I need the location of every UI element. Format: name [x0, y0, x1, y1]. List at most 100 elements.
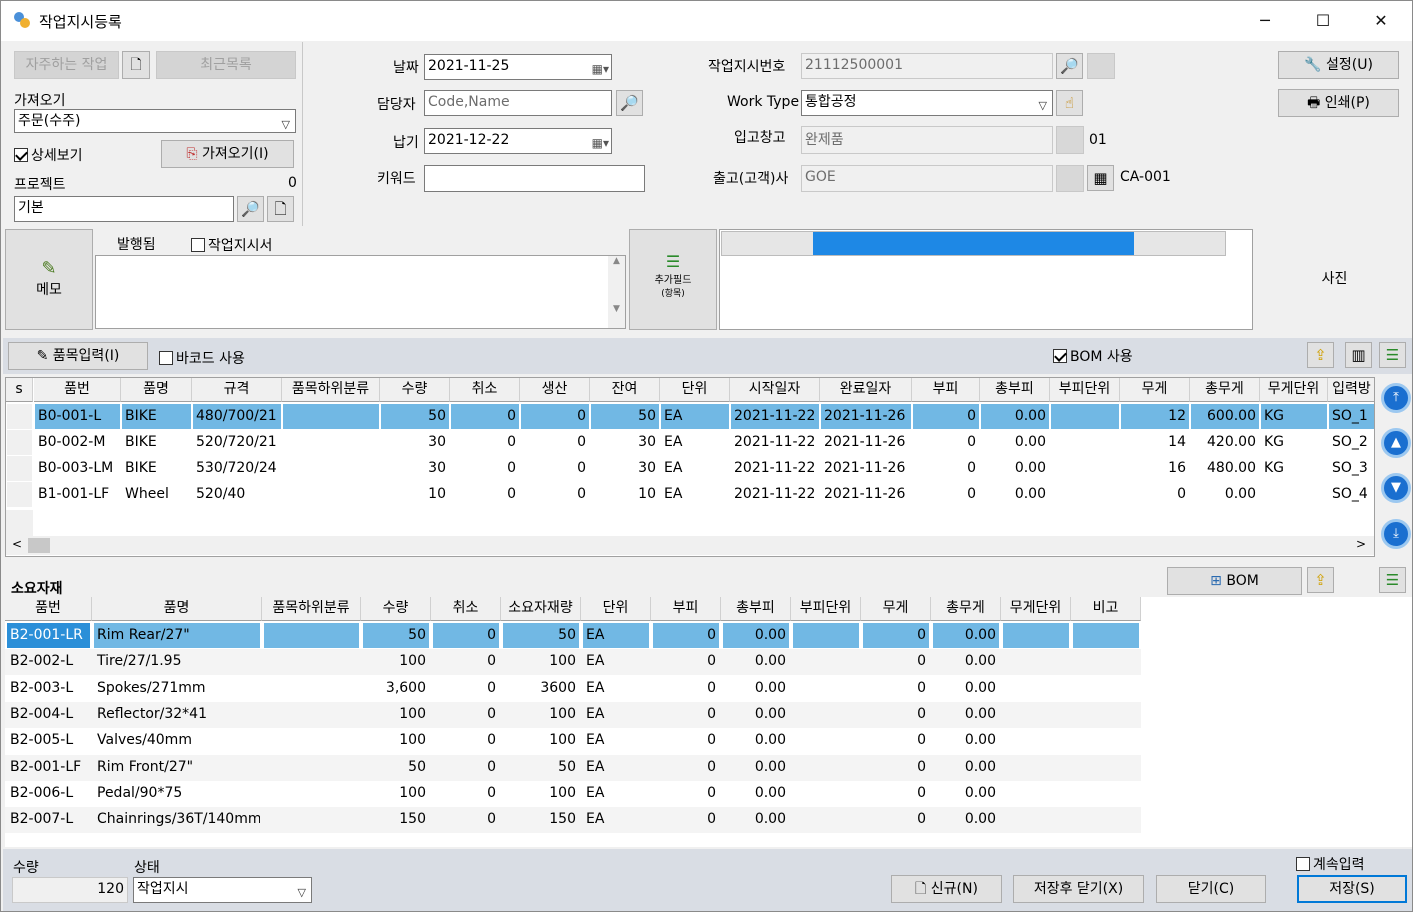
- table-cell[interactable]: [283, 482, 379, 507]
- table-cell[interactable]: 0.00: [723, 676, 789, 701]
- table-cell[interactable]: Rim Front/27": [94, 755, 260, 780]
- table-cell[interactable]: 0: [653, 807, 719, 832]
- table-cell[interactable]: 0.00: [723, 623, 789, 648]
- keyword-input[interactable]: [424, 165, 645, 192]
- search-icon[interactable]: 🔎: [616, 90, 643, 116]
- table-cell[interactable]: 0: [433, 728, 499, 753]
- table-cell[interactable]: EA: [583, 781, 649, 806]
- table-cell[interactable]: [264, 702, 359, 727]
- table-cell[interactable]: 0.00: [723, 649, 789, 674]
- chevron-right-icon[interactable]: >: [1356, 537, 1366, 551]
- table-cell[interactable]: EA: [583, 807, 649, 832]
- table-cell[interactable]: B2-002-L: [7, 649, 90, 674]
- table-cell[interactable]: [264, 807, 359, 832]
- table-cell[interactable]: [7, 456, 32, 481]
- table-cell[interactable]: 480/700/21: [193, 404, 281, 429]
- items-col-header[interactable]: 품목하위분류: [282, 378, 380, 402]
- table-cell[interactable]: 0: [433, 649, 499, 674]
- calendar-icon[interactable]: ▦▾: [592, 132, 609, 153]
- table-cell[interactable]: 0.00: [981, 404, 1049, 429]
- items-col-header[interactable]: 부피: [912, 378, 980, 402]
- order-sheet-checkbox[interactable]: 작업지시서: [191, 235, 272, 255]
- table-cell[interactable]: 100: [363, 781, 429, 806]
- table-cell[interactable]: 0.00: [723, 781, 789, 806]
- items-col-header[interactable]: 부피단위: [1050, 378, 1120, 402]
- table-cell[interactable]: [1073, 676, 1139, 701]
- table-cell[interactable]: B0-001-L: [35, 404, 120, 429]
- items-col-header[interactable]: 잔여: [590, 378, 660, 402]
- table-cell[interactable]: 0: [863, 755, 929, 780]
- settings-button[interactable]: 🔧 설정(U): [1278, 51, 1399, 79]
- recent-list-button[interactable]: 최근목록: [156, 51, 296, 79]
- table-cell[interactable]: 0.00: [723, 702, 789, 727]
- materials-col-header[interactable]: 무게단위: [1001, 597, 1071, 621]
- table-cell[interactable]: B0-002-M: [35, 430, 120, 455]
- table-cell[interactable]: 16: [1121, 456, 1189, 481]
- table-cell[interactable]: 100: [363, 728, 429, 753]
- items-col-header[interactable]: 규격: [192, 378, 282, 402]
- list-add-icon[interactable]: ☰: [1379, 342, 1406, 368]
- items-col-header[interactable]: 총부피: [980, 378, 1050, 402]
- table-cell[interactable]: 0.00: [933, 623, 999, 648]
- table-cell[interactable]: 2021-11-22: [731, 404, 819, 429]
- items-col-header[interactable]: s: [6, 378, 33, 402]
- move-bottom-icon[interactable]: ⤓: [1381, 519, 1411, 549]
- customer-lookup[interactable]: [1056, 165, 1084, 192]
- table-cell[interactable]: 0: [451, 482, 519, 507]
- table-cell[interactable]: 0.00: [933, 755, 999, 780]
- table-cell[interactable]: 0: [863, 702, 929, 727]
- table-cell[interactable]: KG: [1261, 430, 1327, 455]
- table-cell[interactable]: 0.00: [723, 728, 789, 753]
- table-cell[interactable]: [1003, 702, 1069, 727]
- table-cell[interactable]: [793, 623, 859, 648]
- table-cell[interactable]: 0: [653, 728, 719, 753]
- table-cell[interactable]: [1003, 676, 1069, 701]
- table-cell[interactable]: 0: [451, 404, 519, 429]
- table-cell[interactable]: 0.00: [933, 728, 999, 753]
- items-hscrollbar[interactable]: < >: [6, 536, 1374, 555]
- table-cell[interactable]: [1073, 781, 1139, 806]
- table-cell[interactable]: [1003, 623, 1069, 648]
- table-cell[interactable]: [264, 649, 359, 674]
- table-cell[interactable]: 0.00: [933, 781, 999, 806]
- items-col-header[interactable]: 단위: [660, 378, 730, 402]
- items-col-header[interactable]: 입력방: [1328, 378, 1374, 402]
- table-cell[interactable]: EA: [661, 482, 729, 507]
- table-cell[interactable]: [1051, 430, 1119, 455]
- table-cell[interactable]: SO_3: [1329, 456, 1374, 481]
- table-cell[interactable]: [7, 430, 32, 455]
- table-cell[interactable]: 0.00: [933, 676, 999, 701]
- table-cell[interactable]: 0: [863, 781, 929, 806]
- table-cell[interactable]: 0: [653, 755, 719, 780]
- materials-col-header[interactable]: 단위: [581, 597, 651, 621]
- items-col-header[interactable]: 무게: [1120, 378, 1190, 402]
- search-icon[interactable]: 🔎: [237, 196, 264, 222]
- table-cell[interactable]: [7, 404, 32, 429]
- table-cell[interactable]: 100: [363, 649, 429, 674]
- save-button[interactable]: 저장(S): [1297, 875, 1407, 903]
- work-type-select[interactable]: 통합공정 ▽: [801, 90, 1053, 116]
- table-cell[interactable]: 0.00: [723, 755, 789, 780]
- table-cell[interactable]: SO_2: [1329, 430, 1374, 455]
- table-cell[interactable]: 0: [433, 676, 499, 701]
- table-cell[interactable]: 0: [433, 755, 499, 780]
- table-cell[interactable]: 520/720/21: [193, 430, 281, 455]
- manager-field[interactable]: Code,Name: [424, 90, 612, 116]
- table-cell[interactable]: 520/40: [193, 482, 281, 507]
- table-cell[interactable]: [1261, 482, 1327, 507]
- table-cell[interactable]: Wheel: [122, 482, 191, 507]
- table-cell[interactable]: [793, 781, 859, 806]
- table-cell[interactable]: EA: [583, 755, 649, 780]
- items-col-header[interactable]: 품번: [34, 378, 121, 402]
- table-cell[interactable]: SO_4: [1329, 482, 1374, 507]
- table-cell[interactable]: 480.00: [1191, 456, 1259, 481]
- table-cell[interactable]: [793, 728, 859, 753]
- export-icon[interactable]: ⇪: [1307, 342, 1334, 368]
- table-cell[interactable]: 0.00: [981, 430, 1049, 455]
- item-input-button[interactable]: ✎ 품목입력(I): [8, 342, 148, 370]
- materials-col-header[interactable]: 수량: [361, 597, 431, 621]
- date-field[interactable]: 2021-11-25 ▦▾: [424, 54, 612, 80]
- maximize-button[interactable]: ☐: [1294, 1, 1352, 41]
- chevron-left-icon[interactable]: <: [12, 537, 22, 551]
- table-cell[interactable]: EA: [583, 649, 649, 674]
